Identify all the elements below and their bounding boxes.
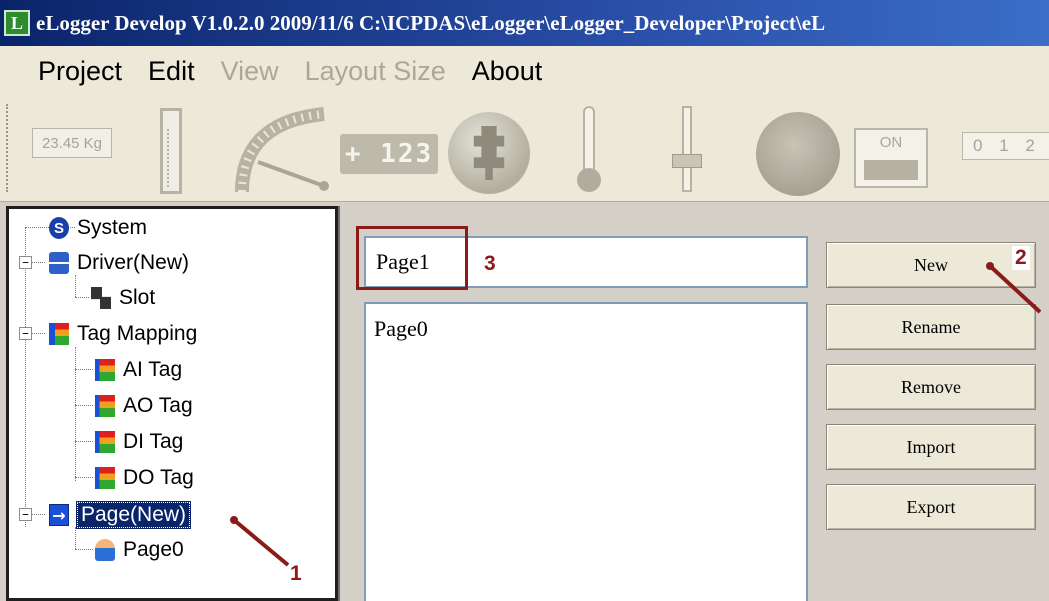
list-item[interactable]: Page0 bbox=[374, 316, 428, 342]
dial-gauge-tool[interactable] bbox=[228, 106, 338, 196]
tree-item-system[interactable]: S System bbox=[49, 213, 147, 243]
menu-edit[interactable]: Edit bbox=[148, 56, 195, 87]
tree-item-label: AO Tag bbox=[123, 394, 193, 417]
new-button[interactable]: New bbox=[826, 242, 1036, 288]
tag-mapping-collapse-toggle[interactable]: − bbox=[19, 327, 32, 340]
annotation-box-3 bbox=[356, 226, 468, 290]
menu-view: View bbox=[220, 55, 279, 86]
panel-splitter[interactable] bbox=[338, 206, 348, 601]
tag-mapping-icon bbox=[49, 323, 69, 345]
export-button[interactable]: Export bbox=[826, 484, 1036, 530]
tree-item-label: AI Tag bbox=[123, 358, 183, 381]
tree-item-label: Slot bbox=[119, 286, 156, 309]
driver-icon bbox=[49, 252, 69, 274]
tree-item-do-tag[interactable]: DO Tag bbox=[95, 463, 194, 493]
tree-item-label: Page0 bbox=[123, 538, 184, 561]
thermometer-tool[interactable] bbox=[574, 106, 604, 198]
app-logo-icon: L bbox=[4, 10, 30, 36]
project-tree: − − − S System Driver(New) Slot Tag Mapp… bbox=[6, 206, 338, 601]
slider-tool[interactable] bbox=[672, 106, 702, 198]
driver-collapse-toggle[interactable]: − bbox=[19, 256, 32, 269]
tree-item-driver[interactable]: Driver(New) bbox=[49, 248, 189, 278]
digit-display-tool[interactable]: 0 1 2 bbox=[962, 132, 1049, 160]
tree-item-label: Driver(New) bbox=[77, 251, 189, 274]
tree-item-ai-tag[interactable]: AI Tag bbox=[95, 355, 182, 385]
tree-item-page0[interactable]: Page0 bbox=[95, 535, 184, 565]
tree-item-tag-mapping[interactable]: Tag Mapping bbox=[49, 319, 197, 349]
rename-button[interactable]: Rename bbox=[826, 304, 1036, 350]
weight-display-tool[interactable]: 23.45 Kg bbox=[32, 128, 112, 158]
window-title: eLogger Develop V1.0.2.0 2009/11/6 C:\IC… bbox=[36, 10, 826, 35]
rotary-knob-tool[interactable] bbox=[448, 112, 530, 194]
tag-icon bbox=[95, 395, 115, 417]
toolbar-grip[interactable] bbox=[6, 104, 10, 192]
digital-number-tool[interactable]: + 123 bbox=[340, 134, 438, 174]
user-icon bbox=[95, 539, 115, 561]
annotation-number-3: 3 bbox=[484, 252, 496, 275]
import-button[interactable]: Import bbox=[826, 424, 1036, 470]
annotation-number-1: 1 bbox=[290, 562, 302, 585]
menu-about[interactable]: About bbox=[472, 56, 543, 87]
tree-item-label: System bbox=[77, 216, 148, 239]
arrow-right-icon: → bbox=[49, 504, 69, 526]
system-icon: S bbox=[49, 217, 69, 239]
remove-button[interactable]: Remove bbox=[826, 364, 1036, 410]
page-collapse-toggle[interactable]: − bbox=[19, 508, 32, 521]
indicator-lamp-tool[interactable] bbox=[756, 112, 840, 196]
on-switch-tool[interactable]: ON bbox=[854, 128, 928, 188]
tree-item-di-tag[interactable]: DI Tag bbox=[95, 427, 183, 457]
tree-item-label: Tag Mapping bbox=[77, 322, 198, 345]
tree-item-label: DO Tag bbox=[123, 466, 194, 489]
title-bar: L eLogger Develop V1.0.2.0 2009/11/6 C:\… bbox=[0, 0, 1049, 46]
tag-icon bbox=[95, 359, 115, 381]
vertical-bar-gauge-tool[interactable] bbox=[160, 108, 182, 194]
tag-icon bbox=[95, 467, 115, 489]
tree-item-slot[interactable]: Slot bbox=[91, 283, 155, 313]
page-list[interactable]: Page0 bbox=[364, 302, 808, 601]
menu-bar: Project Edit View Layout Size About bbox=[0, 46, 1049, 96]
menu-project[interactable]: Project bbox=[38, 56, 122, 87]
tree-item-ao-tag[interactable]: AO Tag bbox=[95, 391, 193, 421]
slot-icon bbox=[91, 287, 111, 309]
toolbar: 23.45 Kg + 123 ON 0 1 2 bbox=[0, 96, 1049, 202]
tree-item-label: DI Tag bbox=[123, 430, 184, 453]
tag-icon bbox=[95, 431, 115, 453]
switch-label: ON bbox=[879, 134, 903, 151]
tree-item-page[interactable]: → Page(New) bbox=[49, 500, 192, 530]
menu-layout-size: Layout Size bbox=[304, 55, 446, 86]
annotation-number-2: 2 bbox=[1012, 246, 1030, 270]
tree-item-label-selected: Page(New) bbox=[75, 501, 192, 529]
